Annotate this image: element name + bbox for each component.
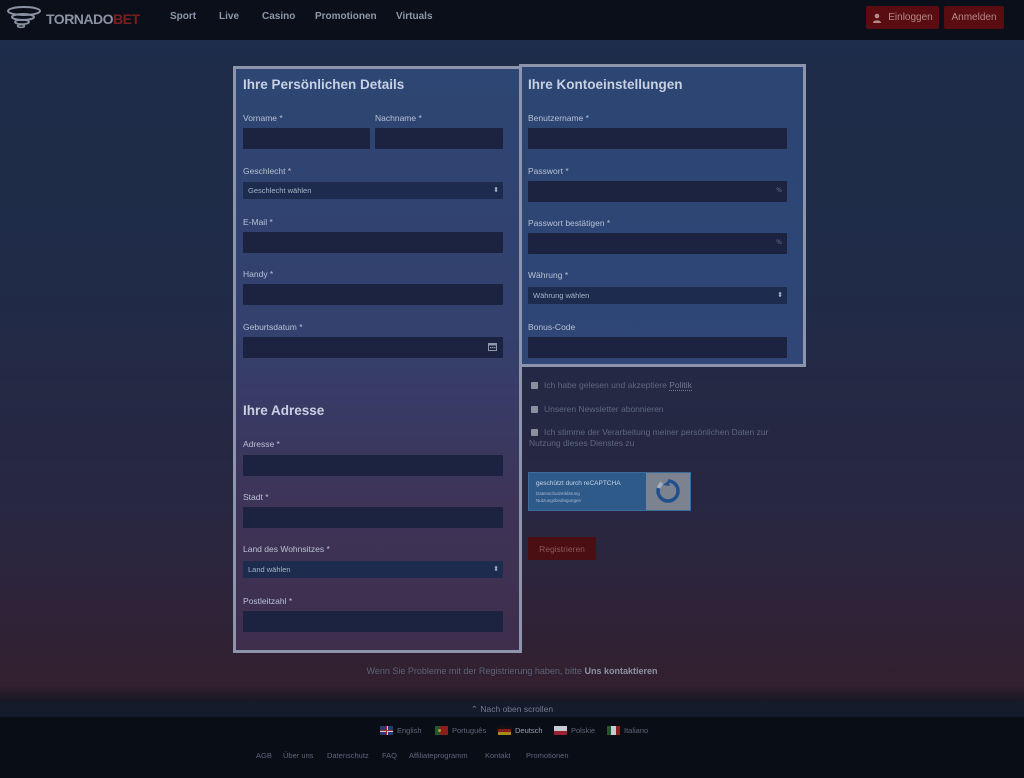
uk-flag-icon (380, 726, 393, 735)
show-password-icon[interactable]: % (776, 187, 782, 194)
italy-flag-icon (607, 726, 620, 735)
newsletter-checkbox-label: Unseren Newsletter abonnieren (544, 404, 664, 414)
footer-link-agb[interactable]: AGB (256, 751, 272, 760)
recaptcha-terms-link[interactable]: Nutzungsbedingungen (536, 498, 581, 503)
language-polish[interactable]: Polskie (554, 726, 595, 735)
poland-flag-icon (554, 726, 567, 735)
scroll-to-top-link[interactable]: ⌃ Nach oben scrollen (0, 704, 1024, 715)
terms-checkbox-label: Ich habe gelesen und akzeptiere Politik (544, 380, 692, 391)
register-top-button[interactable]: Anmelden (944, 6, 1004, 29)
password-input[interactable]: % (528, 181, 787, 202)
account-settings-title: Ihre Kontoeinstellungen (528, 77, 683, 92)
login-button[interactable]: Einloggen (866, 6, 939, 29)
footer-link-affiliate[interactable]: Affiliateprogramm (409, 751, 468, 760)
language-label-italian: Italiano (624, 726, 649, 735)
firstname-label: Vorname * (243, 113, 283, 123)
portugal-flag-icon (435, 726, 448, 735)
registration-help-text: Wenn Sie Probleme mit der Registrierung … (366, 666, 658, 676)
nav-item-casino[interactable]: Casino (262, 11, 295, 22)
gender-select[interactable]: Geschlecht wählen ⬍ (243, 182, 503, 199)
contact-us-link[interactable]: Uns kontaktieren (584, 666, 657, 676)
firstname-input[interactable] (243, 128, 370, 149)
language-english[interactable]: English (380, 726, 422, 735)
footer-link-about[interactable]: Über uns (283, 751, 313, 760)
newsletter-checkbox[interactable] (531, 406, 538, 413)
nav-item-virtuals[interactable]: Virtuals (396, 11, 433, 22)
footer-link-faq[interactable]: FAQ (382, 751, 397, 760)
show-password-confirm-icon[interactable]: % (776, 239, 782, 246)
lastname-input[interactable] (375, 128, 503, 149)
gender-label: Geschlecht * (243, 166, 292, 176)
language-label-german: Deutsch (515, 726, 543, 735)
city-input[interactable] (243, 507, 503, 528)
bonus-code-input[interactable] (528, 337, 787, 358)
language-label-portuguese: Português (452, 726, 487, 735)
currency-select-value: Währung wählen (533, 291, 590, 300)
terms-policy-link[interactable]: Politik (669, 380, 692, 391)
birthdate-input[interactable] (243, 337, 503, 358)
select-arrows-icon: ⬍ (777, 292, 783, 299)
germany-flag-icon (498, 726, 511, 735)
privacy-checkbox-label: Ich stimme der Verarbeitung meiner persö… (529, 427, 769, 448)
recaptcha-title: geschützt durch reCAPTCHA (536, 480, 621, 487)
email-input[interactable] (243, 232, 503, 253)
recaptcha-privacy-link[interactable]: Datenschutzerklärung (536, 491, 580, 496)
country-label: Land des Wohnsitzes * (243, 544, 330, 554)
language-italian[interactable]: Italiano (607, 726, 648, 735)
birthdate-label: Geburtsdatum * (243, 322, 303, 332)
password-label: Passwort * (528, 166, 569, 176)
register-top-label: Anmelden (951, 12, 997, 23)
language-portuguese[interactable]: Português (435, 726, 486, 735)
nav-item-sport[interactable]: Sport (170, 11, 196, 22)
zip-label: Postleitzahl * (243, 596, 293, 606)
currency-label: Währung * (528, 270, 569, 280)
top-navigation-bar: TORNADOBET Sport Live Casino Promotionen… (0, 0, 1024, 40)
terms-checkbox[interactable] (531, 382, 538, 389)
login-button-label: Einloggen (888, 12, 933, 23)
bonus-code-label: Bonus-Code (528, 322, 576, 332)
password-confirm-label: Passwort bestätigen * (528, 218, 611, 228)
calendar-icon[interactable] (488, 342, 497, 351)
currency-select[interactable]: Währung wählen ⬍ (528, 287, 787, 304)
password-confirm-input[interactable]: % (528, 233, 787, 254)
email-label: E-Mail * (243, 217, 273, 227)
language-german[interactable]: Deutsch (498, 726, 543, 735)
gender-select-value: Geschlecht wählen (248, 186, 312, 195)
select-arrows-icon: ⬍ (493, 566, 499, 573)
tornadobet-logo[interactable]: TORNADOBET (6, 6, 140, 32)
country-select[interactable]: Land wählen ⬍ (243, 561, 503, 578)
register-submit-button[interactable]: Registrieren (528, 537, 596, 560)
nav-item-live[interactable]: Live (219, 11, 239, 22)
user-icon (873, 13, 882, 23)
username-label: Benutzername * (528, 113, 589, 123)
recaptcha-badge[interactable]: geschützt durch reCAPTCHA Datenschutzerk… (528, 472, 691, 511)
phone-label: Handy * (243, 269, 274, 279)
nav-item-promotionen[interactable]: Promotionen (315, 11, 377, 22)
tornado-logo-icon (7, 6, 41, 29)
address-title: Ihre Adresse (243, 403, 325, 418)
lastname-label: Nachname * (375, 113, 422, 123)
footer-link-promotions[interactable]: Promotionen (526, 751, 569, 760)
recaptcha-icon (656, 479, 680, 503)
country-select-value: Land wählen (248, 565, 291, 574)
logo-wordmark: TORNADOBET (46, 11, 140, 27)
city-label: Stadt * (243, 492, 269, 502)
footer-link-privacy[interactable]: Datenschutz (327, 751, 369, 760)
phone-input[interactable] (243, 284, 503, 305)
recaptcha-logo-box (646, 473, 690, 510)
footer-link-contact[interactable]: Kontakt (485, 751, 510, 760)
select-arrows-icon: ⬍ (493, 187, 499, 194)
street-label: Adresse * (243, 439, 280, 449)
zip-input[interactable] (243, 611, 503, 632)
street-input[interactable] (243, 455, 503, 476)
personal-details-title: Ihre Persönlichen Details (243, 77, 405, 92)
username-input[interactable] (528, 128, 787, 149)
language-label-english: English (397, 726, 422, 735)
language-label-polish: Polskie (571, 726, 596, 735)
